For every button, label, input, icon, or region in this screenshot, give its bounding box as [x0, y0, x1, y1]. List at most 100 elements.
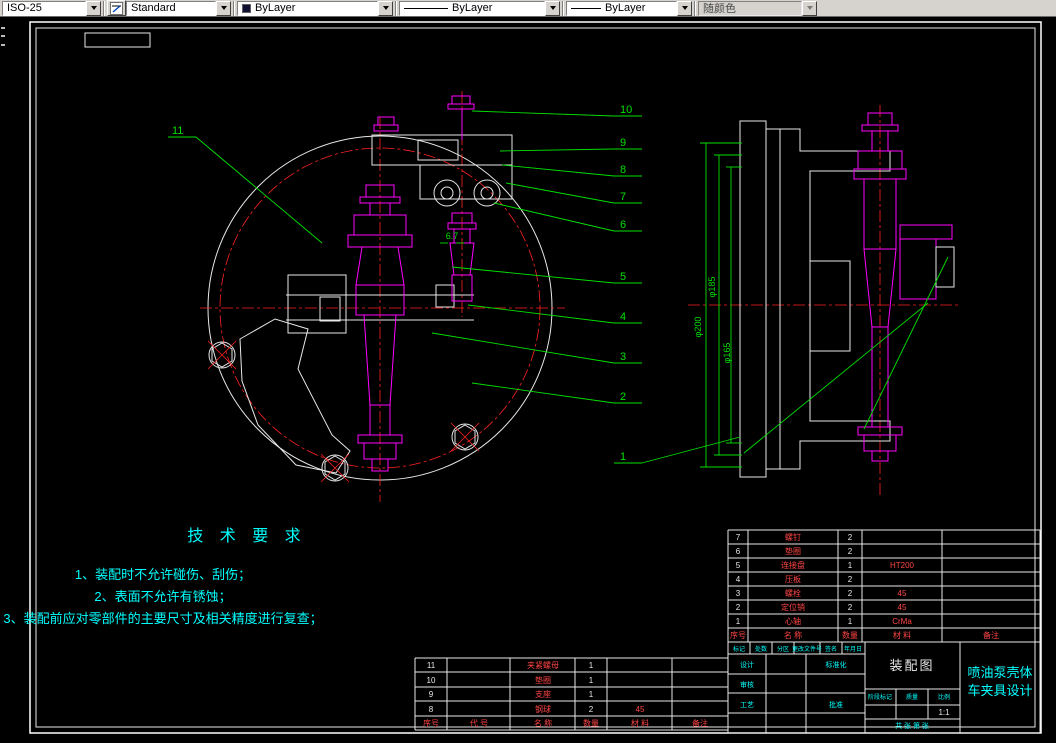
balloon-11: 11	[168, 125, 323, 244]
bom-table-right: 7 螺钉 2 6 垫圈 2 5 连接盘 1 HT200 4 压板 2 3 螺栓 …	[727, 529, 1041, 643]
dim-185-label: φ185	[707, 277, 717, 298]
tb-mass-label: 质量	[906, 693, 918, 701]
bom-header-qty: 数量	[583, 718, 599, 728]
top-clamp-assembly	[371, 95, 513, 207]
tb-scale-label: 比例	[938, 693, 950, 701]
bom-cell-qty: 2	[848, 589, 853, 598]
bom-cell-no: 11	[427, 661, 436, 670]
project-subtitle-line2: 车夹具设计	[967, 683, 1032, 698]
bom-cell-material: 45	[898, 589, 907, 598]
text-style-combo[interactable]: Standard	[126, 0, 231, 16]
chevron-down-icon[interactable]	[545, 0, 560, 16]
peripheral-bolts	[207, 340, 480, 483]
text-style-field[interactable]: Standard	[126, 0, 216, 16]
drawing-svg: 6.7 φ200 φ185 φ165 10 9 8 7 6 5 4 3 2 1 …	[1, 21, 1042, 734]
tb-sign-process: 工艺	[740, 701, 754, 709]
balloon-10: 10	[471, 104, 642, 117]
toolbar-separator	[233, 0, 235, 16]
dim-style-manager-button[interactable]	[107, 0, 126, 16]
bom-header-name: 名 称	[534, 718, 552, 728]
toolbar-separator	[562, 0, 564, 16]
bom-cell-no: 8	[429, 705, 434, 714]
toolbar-separator	[694, 0, 696, 16]
balloon-4-number: 4	[620, 311, 626, 323]
balloon-2: 2	[471, 382, 642, 404]
balloon-callouts: 10 9 8 7 6 5 4 3 2 1 11	[168, 104, 741, 464]
tech-req-item-1: 1、装配时不允许碰伤、刮伤；	[75, 567, 251, 583]
chevron-down-icon[interactable]	[216, 0, 231, 16]
bom-cell-no: 9	[429, 690, 434, 699]
balloon-8: 8	[501, 164, 642, 177]
lineweight-field[interactable]: ByLayer	[566, 0, 677, 16]
dim-style-combo[interactable]: ISO-25	[2, 0, 101, 16]
balloon-2-number: 2	[620, 391, 626, 403]
color-field[interactable]: ByLayer	[237, 0, 378, 16]
toolbar-separator	[395, 0, 397, 16]
drawing-canvas[interactable]: 6.7 φ200 φ185 φ165 10 9 8 7 6 5 4 3 2 1 …	[0, 17, 1056, 738]
bom-cell-qty: 2	[848, 575, 853, 584]
dim-style-value: ISO-25	[7, 2, 42, 14]
bom-cell-name: 螺栓	[785, 588, 801, 598]
tb-scale-value: 1:1	[938, 708, 950, 717]
bom-cell-no: 4	[736, 575, 741, 584]
balloon-10-number: 10	[620, 104, 632, 116]
drawing-title: 装配图	[889, 658, 934, 673]
bom-cell-name: 连接盘	[781, 560, 805, 570]
tech-req-item-3: 3、装配前应对零部件的主要尺寸及相关精度进行复查；	[3, 611, 322, 627]
tb-stage-label: 阶段标记	[868, 693, 892, 701]
bom-cell-qty: 2	[848, 547, 853, 556]
lineweight-glyph-icon	[571, 7, 601, 9]
color-value: ByLayer	[255, 2, 296, 14]
project-subtitle-line1: 喷油泵壳体	[967, 665, 1032, 680]
bom-header-material: 材 料	[631, 718, 649, 728]
bom-cell-qty: 1	[848, 617, 853, 626]
tb-col-label: 处数	[755, 645, 767, 653]
tb-col-label: 年月日	[844, 645, 862, 653]
bom-cell-material: 45	[898, 603, 907, 612]
balloon-8-number: 8	[620, 164, 626, 176]
dim-6-7-label: 6.7	[446, 231, 459, 241]
bom-cell-qty: 2	[848, 603, 853, 612]
tech-req-title: 技 术 要 求	[187, 527, 306, 545]
dim-style-field[interactable]: ISO-25	[2, 0, 86, 16]
linetype-glyph-icon	[404, 7, 448, 9]
title-block: 标记 处数 分区 更改文件号 签名 年月日 设计 审核 工艺 标准化 批准 装配…	[727, 641, 1041, 734]
linetype-field[interactable]: ByLayer	[399, 0, 545, 16]
bom-cell-no: 3	[736, 589, 741, 598]
tb-col-label: 分区	[777, 645, 789, 653]
text-style-value: Standard	[131, 2, 176, 14]
bom-table-left: 11 夹紧螺母 1 10 垫圈 1 9 支座 1 8 钢球 2 45 序号 代 …	[414, 657, 729, 731]
bom-cell-qty: 1	[848, 561, 853, 570]
tech-req-item-2: 2、表面不允许有锈蚀；	[94, 589, 231, 605]
tb-sign-check: 审核	[740, 680, 754, 689]
linetype-combo[interactable]: ByLayer	[399, 0, 560, 16]
front-view: 6.7	[200, 91, 565, 502]
balloon-5-number: 5	[620, 271, 626, 283]
bom-cell-no: 5	[736, 561, 741, 570]
chevron-down-icon[interactable]	[86, 0, 101, 16]
linetype-value: ByLayer	[452, 2, 493, 14]
bom-cell-no: 10	[427, 676, 436, 685]
bom-cell-name: 垫圈	[785, 546, 801, 556]
balloon-7: 7	[505, 182, 642, 204]
tb-sign-standard: 标准化	[826, 660, 847, 669]
lineweight-combo[interactable]: ByLayer	[566, 0, 692, 16]
balloon-3-number: 3	[620, 351, 626, 363]
dim-165-label: φ165	[722, 343, 732, 364]
color-combo[interactable]: ByLayer	[237, 0, 393, 16]
bom-cell-name: 螺钉	[785, 532, 801, 542]
balloon-1: 1	[614, 436, 741, 464]
tb-sign-design: 设计	[740, 660, 754, 669]
balloon-9-number: 9	[620, 137, 626, 149]
technical-requirements: 技 术 要 求 1、装配时不允许碰伤、刮伤； 2、表面不允许有锈蚀； 3、装配前…	[3, 527, 322, 627]
bom-cell-material: CrMa	[892, 617, 912, 626]
lineweight-value: ByLayer	[605, 2, 646, 14]
balloon-6-number: 6	[620, 219, 626, 231]
bom-header-qty: 数量	[842, 630, 858, 640]
bom-cell-name: 垫圈	[535, 675, 551, 685]
bom-cell-no: 7	[736, 533, 741, 542]
chevron-down-icon[interactable]	[378, 0, 393, 16]
chevron-down-icon[interactable]	[677, 0, 692, 16]
bom-cell-no: 1	[736, 617, 741, 626]
bom-cell-qty: 1	[589, 690, 594, 699]
